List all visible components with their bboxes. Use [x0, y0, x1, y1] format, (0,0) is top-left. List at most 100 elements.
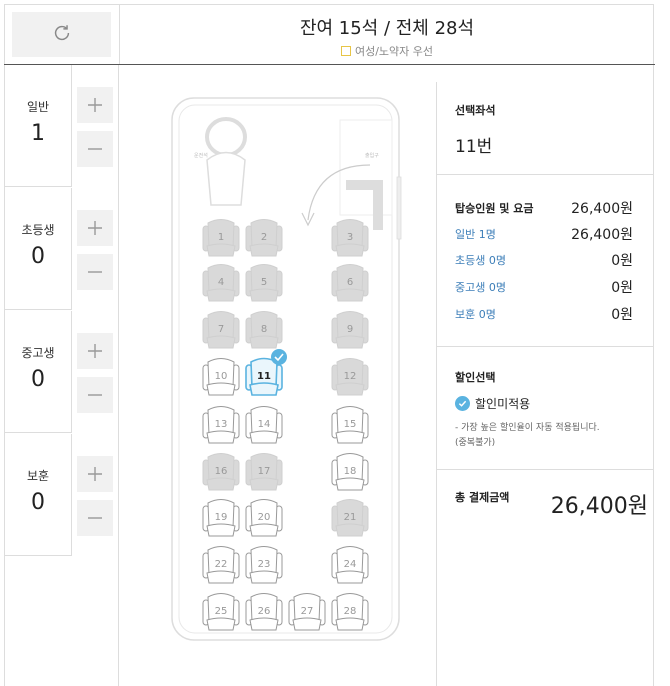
seat-number: 3 — [347, 232, 353, 243]
seat-number: 2 — [261, 232, 267, 243]
door-label: 출입구 — [365, 152, 379, 159]
row-divider — [71, 65, 72, 187]
discount-option[interactable]: 할인미적용 — [455, 395, 530, 412]
priority-seat-swatch — [340, 46, 351, 56]
info-divider — [436, 82, 437, 686]
seat-22[interactable]: 22 — [202, 546, 240, 584]
seat-number: 18 — [344, 466, 357, 477]
seat-7: 7 — [202, 311, 240, 349]
passenger-count: 0 — [31, 490, 45, 515]
passenger-type-label: 일반 — [26, 100, 50, 114]
seat-number: 27 — [301, 606, 314, 617]
seat-number: 12 — [344, 371, 357, 382]
seat-number: 5 — [261, 277, 267, 288]
increase-middle-high-button[interactable] — [77, 333, 113, 369]
discount-note-line: - 가장 높은 할인율이 자동 적용됩니다. — [455, 423, 600, 433]
passenger-count: 0 — [31, 244, 45, 269]
seat-24[interactable]: 24 — [331, 546, 369, 584]
total-payment-label: 총 결제금액 — [455, 491, 510, 504]
seat-map: 운전석 출입구 1 2 3 4 5 6 7 8 9 10 11 12 13 14 15 16 17 18 19 20 2… — [120, 65, 436, 686]
refresh-button[interactable] — [12, 12, 111, 57]
fare-row-label: 중고생 0명 — [455, 281, 506, 294]
passenger-row-veteran: 보훈 0 — [4, 434, 119, 556]
minus-icon — [88, 271, 102, 273]
seat-16: 16 — [202, 453, 240, 491]
discount-option-label: 할인미적용 — [475, 397, 531, 411]
increase-veteran-button[interactable] — [77, 456, 113, 492]
seat-number: 26 — [258, 606, 271, 617]
fare-row-value: 26,400원 — [571, 227, 633, 243]
passenger-row-elementary: 초등생 0 — [4, 188, 119, 310]
section-separator — [437, 346, 653, 347]
seat-6: 6 — [331, 264, 369, 302]
check-icon — [455, 396, 470, 411]
seat-number: 1 — [218, 232, 224, 243]
seat-number: 14 — [258, 419, 271, 430]
seat-10[interactable]: 10 — [202, 358, 240, 396]
door-rail — [396, 176, 402, 240]
row-separator — [4, 309, 72, 310]
seat-26[interactable]: 26 — [245, 593, 283, 631]
seat-13[interactable]: 13 — [202, 406, 240, 444]
seat-4: 4 — [202, 264, 240, 302]
section-separator — [437, 174, 653, 175]
row-separator — [4, 432, 72, 433]
seat-1: 1 — [202, 219, 240, 257]
fare-row-label: 보훈 0명 — [455, 308, 496, 321]
fare-row-label: 초등생 0명 — [455, 254, 506, 267]
selected-seat-number: 11번 — [455, 137, 493, 157]
plus-icon — [88, 344, 102, 358]
fare-row: 초등생 0명 0원 — [455, 250, 633, 270]
plus-icon — [88, 98, 102, 112]
fare-row-value: 0원 — [611, 280, 633, 296]
seat-14[interactable]: 14 — [245, 406, 283, 444]
decrease-elementary-button[interactable] — [77, 254, 113, 290]
discount-note: - 가장 높은 할인율이 자동 적용됩니다. (중복불가) — [455, 421, 600, 451]
seat-8: 8 — [245, 311, 283, 349]
decrease-veteran-button[interactable] — [77, 500, 113, 536]
decrease-general-button[interactable] — [77, 131, 113, 167]
seat-12: 12 — [331, 358, 369, 396]
seat-number: 11 — [257, 371, 271, 382]
discount-title: 할인선택 — [455, 371, 496, 384]
seat-18[interactable]: 18 — [331, 453, 369, 491]
seat-20[interactable]: 20 — [245, 499, 283, 537]
row-separator — [4, 555, 72, 556]
seat-number: 19 — [215, 512, 228, 523]
plus-icon — [88, 221, 102, 235]
seat-23[interactable]: 23 — [245, 546, 283, 584]
seat-15[interactable]: 15 — [331, 406, 369, 444]
seat-9: 9 — [331, 311, 369, 349]
discount-note-line: (중복불가) — [455, 438, 496, 448]
priority-legend: 여성/노약자 우선 — [120, 43, 654, 59]
seat-number: 9 — [347, 324, 353, 335]
seat-5: 5 — [245, 264, 283, 302]
fare-row-label: 일반 1명 — [455, 228, 496, 241]
priority-legend-label: 여성/노약자 우선 — [354, 45, 434, 58]
fare-row: 일반 1명 26,400원 — [455, 224, 633, 244]
fare-summary-row: 탑승인원 및 요금 26,400원 — [455, 198, 633, 218]
seat-27[interactable]: 27 — [288, 593, 326, 631]
increase-general-button[interactable] — [77, 87, 113, 123]
decrease-middle-high-button[interactable] — [77, 377, 113, 413]
selected-seat-title: 선택좌석 — [455, 104, 496, 117]
seat-17: 17 — [245, 453, 283, 491]
seat-number: 13 — [215, 419, 228, 430]
fare-row: 중고생 0명 0원 — [455, 277, 633, 297]
seat-number: 6 — [347, 277, 353, 288]
seat-21: 21 — [331, 499, 369, 537]
section-separator — [437, 469, 653, 470]
seat-number: 23 — [258, 559, 271, 570]
passenger-type-label: 보훈 — [26, 469, 50, 483]
bus-layout: 운전석 출입구 1 2 34 5 67 8 910 11 1213 14 1516 17 1819 20 2… — [171, 97, 402, 641]
seat-number: 17 — [258, 466, 271, 477]
row-divider — [71, 311, 72, 433]
seat-19[interactable]: 19 — [202, 499, 240, 537]
seat-28[interactable]: 28 — [331, 593, 369, 631]
increase-elementary-button[interactable] — [77, 210, 113, 246]
seat-number: 15 — [344, 419, 357, 430]
seat-25[interactable]: 25 — [202, 593, 240, 631]
passenger-count: 1 — [31, 121, 45, 146]
plus-icon — [88, 467, 102, 481]
driver-label: 운전석 — [194, 152, 208, 159]
